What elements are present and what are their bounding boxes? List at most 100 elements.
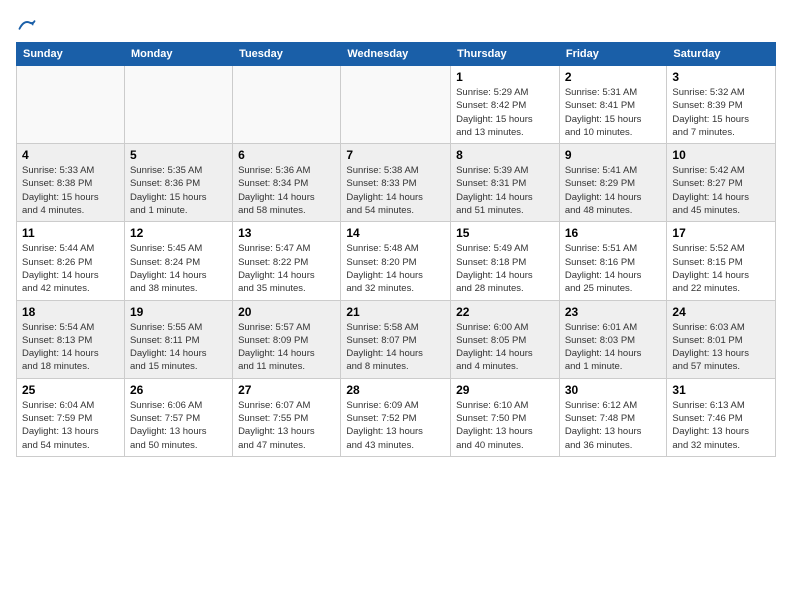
day-number: 29 (456, 383, 554, 397)
day-number: 13 (238, 226, 335, 240)
calendar-cell: 15 Sunrise: 5:49 AM Sunset: 8:18 PM Dayli… (451, 222, 560, 300)
day-number: 16 (565, 226, 662, 240)
day-info: Sunrise: 5:42 AM Sunset: 8:27 PM Dayligh… (672, 164, 770, 217)
calendar-cell: 30 Sunrise: 6:12 AM Sunset: 7:48 PM Dayli… (559, 378, 667, 456)
calendar-cell: 6 Sunrise: 5:36 AM Sunset: 8:34 PM Daylig… (233, 144, 341, 222)
col-header-sunday: Sunday (17, 43, 125, 66)
col-header-tuesday: Tuesday (233, 43, 341, 66)
day-info: Sunrise: 5:39 AM Sunset: 8:31 PM Dayligh… (456, 164, 554, 217)
day-info: Sunrise: 5:36 AM Sunset: 8:34 PM Dayligh… (238, 164, 335, 217)
calendar-cell (17, 66, 125, 144)
logo-icon (18, 16, 36, 34)
day-info: Sunrise: 5:49 AM Sunset: 8:18 PM Dayligh… (456, 242, 554, 295)
day-info: Sunrise: 5:48 AM Sunset: 8:20 PM Dayligh… (346, 242, 445, 295)
calendar-cell: 29 Sunrise: 6:10 AM Sunset: 7:50 PM Dayli… (451, 378, 560, 456)
day-info: Sunrise: 5:41 AM Sunset: 8:29 PM Dayligh… (565, 164, 662, 217)
calendar-cell: 24 Sunrise: 6:03 AM Sunset: 8:01 PM Dayli… (667, 300, 776, 378)
day-number: 31 (672, 383, 770, 397)
day-info: Sunrise: 6:13 AM Sunset: 7:46 PM Dayligh… (672, 399, 770, 452)
day-number: 10 (672, 148, 770, 162)
day-info: Sunrise: 5:33 AM Sunset: 8:38 PM Dayligh… (22, 164, 119, 217)
day-number: 21 (346, 305, 445, 319)
day-info: Sunrise: 5:52 AM Sunset: 8:15 PM Dayligh… (672, 242, 770, 295)
col-header-friday: Friday (559, 43, 667, 66)
day-number: 19 (130, 305, 227, 319)
day-info: Sunrise: 6:07 AM Sunset: 7:55 PM Dayligh… (238, 399, 335, 452)
calendar-cell: 19 Sunrise: 5:55 AM Sunset: 8:11 PM Dayli… (124, 300, 232, 378)
day-info: Sunrise: 5:29 AM Sunset: 8:42 PM Dayligh… (456, 86, 554, 139)
day-number: 3 (672, 70, 770, 84)
day-number: 28 (346, 383, 445, 397)
day-info: Sunrise: 6:12 AM Sunset: 7:48 PM Dayligh… (565, 399, 662, 452)
calendar-table: SundayMondayTuesdayWednesdayThursdayFrid… (16, 42, 776, 457)
day-number: 30 (565, 383, 662, 397)
day-number: 24 (672, 305, 770, 319)
calendar-cell: 22Sunrise: 6:00 AM Sunset: 8:05 PM Dayli… (451, 300, 560, 378)
calendar-cell: 25Sunrise: 6:04 AM Sunset: 7:59 PM Dayli… (17, 378, 125, 456)
calendar-cell: 28 Sunrise: 6:09 AM Sunset: 7:52 PM Dayli… (341, 378, 451, 456)
calendar-cell: 7Sunrise: 5:38 AM Sunset: 8:33 PM Daylig… (341, 144, 451, 222)
calendar-cell: 26 Sunrise: 6:06 AM Sunset: 7:57 PM Dayli… (124, 378, 232, 456)
day-info: Sunrise: 6:04 AM Sunset: 7:59 PM Dayligh… (22, 399, 119, 452)
day-info: Sunrise: 5:31 AM Sunset: 8:41 PM Dayligh… (565, 86, 662, 139)
day-number: 9 (565, 148, 662, 162)
day-info: Sunrise: 5:32 AM Sunset: 8:39 PM Dayligh… (672, 86, 770, 139)
day-info: Sunrise: 5:54 AM Sunset: 8:13 PM Dayligh… (22, 321, 119, 374)
day-number: 17 (672, 226, 770, 240)
logo (16, 16, 36, 30)
day-info: Sunrise: 6:00 AM Sunset: 8:05 PM Dayligh… (456, 321, 554, 374)
calendar-cell: 14 Sunrise: 5:48 AM Sunset: 8:20 PM Dayli… (341, 222, 451, 300)
day-number: 11 (22, 226, 119, 240)
calendar-cell: 1 Sunrise: 5:29 AM Sunset: 8:42 PM Daylig… (451, 66, 560, 144)
day-info: Sunrise: 5:58 AM Sunset: 8:07 PM Dayligh… (346, 321, 445, 374)
day-info: Sunrise: 5:44 AM Sunset: 8:26 PM Dayligh… (22, 242, 119, 295)
day-number: 2 (565, 70, 662, 84)
calendar-cell: 2 Sunrise: 5:31 AM Sunset: 8:41 PM Daylig… (559, 66, 667, 144)
calendar-cell: 11 Sunrise: 5:44 AM Sunset: 8:26 PM Dayli… (17, 222, 125, 300)
day-number: 4 (22, 148, 119, 162)
calendar-cell (233, 66, 341, 144)
day-number: 8 (456, 148, 554, 162)
day-info: Sunrise: 6:09 AM Sunset: 7:52 PM Dayligh… (346, 399, 445, 452)
day-number: 1 (456, 70, 554, 84)
day-number: 20 (238, 305, 335, 319)
day-number: 12 (130, 226, 227, 240)
day-info: Sunrise: 5:35 AM Sunset: 8:36 PM Dayligh… (130, 164, 227, 217)
col-header-monday: Monday (124, 43, 232, 66)
day-info: Sunrise: 6:03 AM Sunset: 8:01 PM Dayligh… (672, 321, 770, 374)
calendar-cell: 23 Sunrise: 6:01 AM Sunset: 8:03 PM Dayli… (559, 300, 667, 378)
day-number: 15 (456, 226, 554, 240)
col-header-thursday: Thursday (451, 43, 560, 66)
calendar-cell: 3 Sunrise: 5:32 AM Sunset: 8:39 PM Daylig… (667, 66, 776, 144)
day-number: 6 (238, 148, 335, 162)
day-number: 18 (22, 305, 119, 319)
calendar-cell: 12 Sunrise: 5:45 AM Sunset: 8:24 PM Dayli… (124, 222, 232, 300)
day-info: Sunrise: 5:45 AM Sunset: 8:24 PM Dayligh… (130, 242, 227, 295)
calendar-cell: 10 Sunrise: 5:42 AM Sunset: 8:27 PM Dayli… (667, 144, 776, 222)
calendar-cell: 21 Sunrise: 5:58 AM Sunset: 8:07 PM Dayli… (341, 300, 451, 378)
calendar-cell: 18 Sunrise: 5:54 AM Sunset: 8:13 PM Dayli… (17, 300, 125, 378)
day-info: Sunrise: 5:38 AM Sunset: 8:33 PM Dayligh… (346, 164, 445, 217)
col-header-wednesday: Wednesday (341, 43, 451, 66)
calendar-cell (124, 66, 232, 144)
calendar-cell: 13 Sunrise: 5:47 AM Sunset: 8:22 PM Dayli… (233, 222, 341, 300)
calendar-cell: 16 Sunrise: 5:51 AM Sunset: 8:16 PM Dayli… (559, 222, 667, 300)
calendar-cell: 17 Sunrise: 5:52 AM Sunset: 8:15 PM Dayli… (667, 222, 776, 300)
calendar-cell: 31 Sunrise: 6:13 AM Sunset: 7:46 PM Dayli… (667, 378, 776, 456)
day-number: 26 (130, 383, 227, 397)
day-info: Sunrise: 6:01 AM Sunset: 8:03 PM Dayligh… (565, 321, 662, 374)
day-number: 27 (238, 383, 335, 397)
day-info: Sunrise: 5:51 AM Sunset: 8:16 PM Dayligh… (565, 242, 662, 295)
day-number: 5 (130, 148, 227, 162)
day-info: Sunrise: 6:06 AM Sunset: 7:57 PM Dayligh… (130, 399, 227, 452)
day-info: Sunrise: 5:55 AM Sunset: 8:11 PM Dayligh… (130, 321, 227, 374)
day-info: Sunrise: 5:57 AM Sunset: 8:09 PM Dayligh… (238, 321, 335, 374)
col-header-saturday: Saturday (667, 43, 776, 66)
calendar-cell: 4 Sunrise: 5:33 AM Sunset: 8:38 PM Daylig… (17, 144, 125, 222)
day-info: Sunrise: 5:47 AM Sunset: 8:22 PM Dayligh… (238, 242, 335, 295)
calendar-cell: 27 Sunrise: 6:07 AM Sunset: 7:55 PM Dayli… (233, 378, 341, 456)
day-info: Sunrise: 6:10 AM Sunset: 7:50 PM Dayligh… (456, 399, 554, 452)
day-number: 23 (565, 305, 662, 319)
day-number: 14 (346, 226, 445, 240)
calendar-cell: 20 Sunrise: 5:57 AM Sunset: 8:09 PM Dayli… (233, 300, 341, 378)
